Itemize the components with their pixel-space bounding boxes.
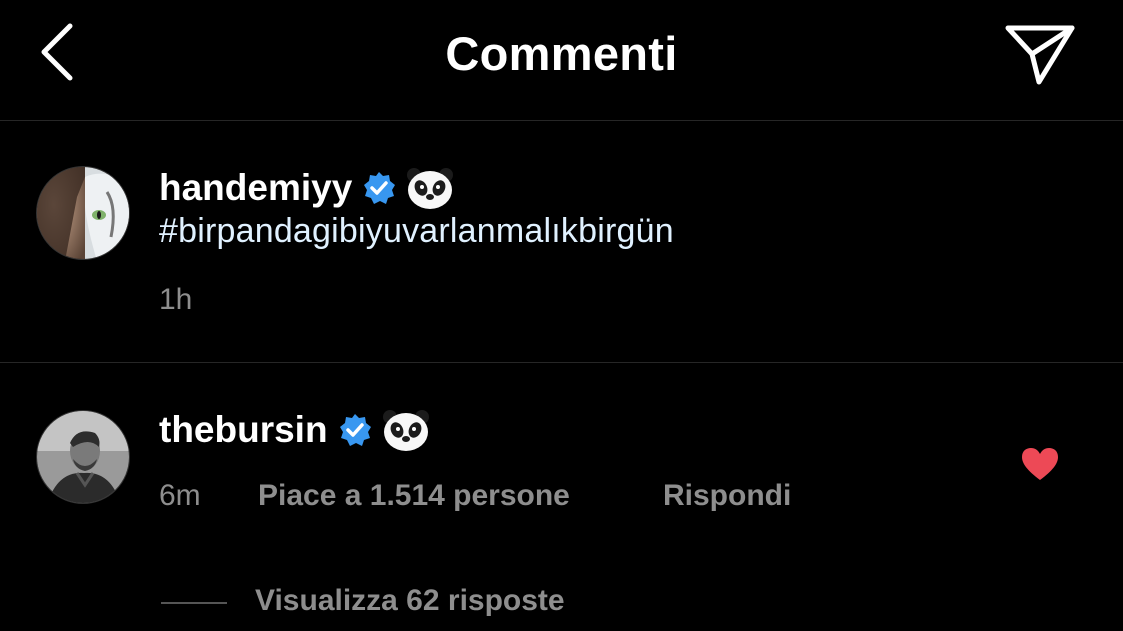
comment-username[interactable]: thebursin <box>159 409 328 451</box>
comment-timestamp: 6m <box>159 479 201 512</box>
caption-timestamp: 1h <box>159 283 193 316</box>
view-replies-button[interactable]: Visualizza 62 risposte <box>255 584 565 618</box>
avatar-caption-author[interactable] <box>36 166 130 260</box>
heart-filled-icon <box>1022 448 1058 480</box>
replies-divider-line <box>161 602 227 604</box>
comment-likes-link[interactable]: Piace a 1.514 persone <box>258 479 570 513</box>
verified-badge-icon <box>339 414 371 446</box>
panda-emoji-icon <box>407 168 454 209</box>
reply-button[interactable]: Rispondi <box>663 479 791 513</box>
avatar-image <box>37 411 129 503</box>
paper-plane-icon <box>1005 25 1075 85</box>
like-button[interactable] <box>1020 446 1060 482</box>
caption-hashtag-link[interactable]: #birpandagibiyuvarlanmalıkbirgün <box>159 212 674 251</box>
avatar-image <box>37 167 129 259</box>
caption-username[interactable]: handemiyy <box>159 167 352 209</box>
verified-badge-icon <box>364 172 396 204</box>
header-bar: Commenti <box>0 0 1123 121</box>
section-divider <box>0 362 1123 363</box>
share-button[interactable] <box>1002 20 1078 86</box>
comment-header: thebursin <box>159 408 430 452</box>
avatar-comment-author[interactable] <box>36 410 130 504</box>
page-title: Commenti <box>445 27 678 80</box>
caption-header: handemiyy <box>159 166 454 210</box>
panda-emoji-icon <box>382 410 429 451</box>
